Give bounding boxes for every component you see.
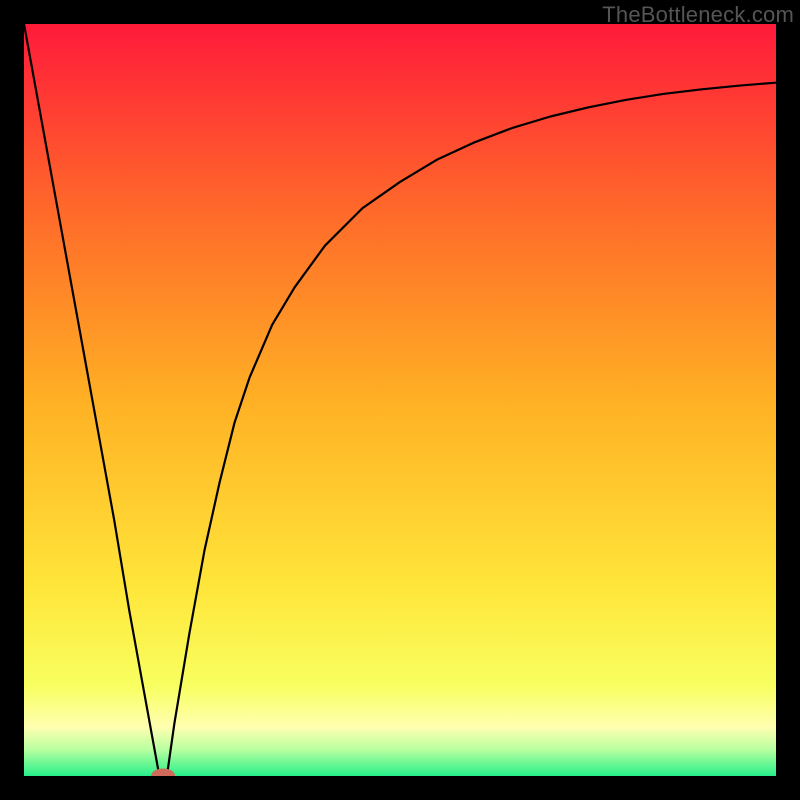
- gradient-background: [24, 24, 776, 776]
- chart-frame: TheBottleneck.com: [0, 0, 800, 800]
- chart-svg: [24, 24, 776, 776]
- plot-area: [24, 24, 776, 776]
- watermark-text: TheBottleneck.com: [602, 2, 794, 28]
